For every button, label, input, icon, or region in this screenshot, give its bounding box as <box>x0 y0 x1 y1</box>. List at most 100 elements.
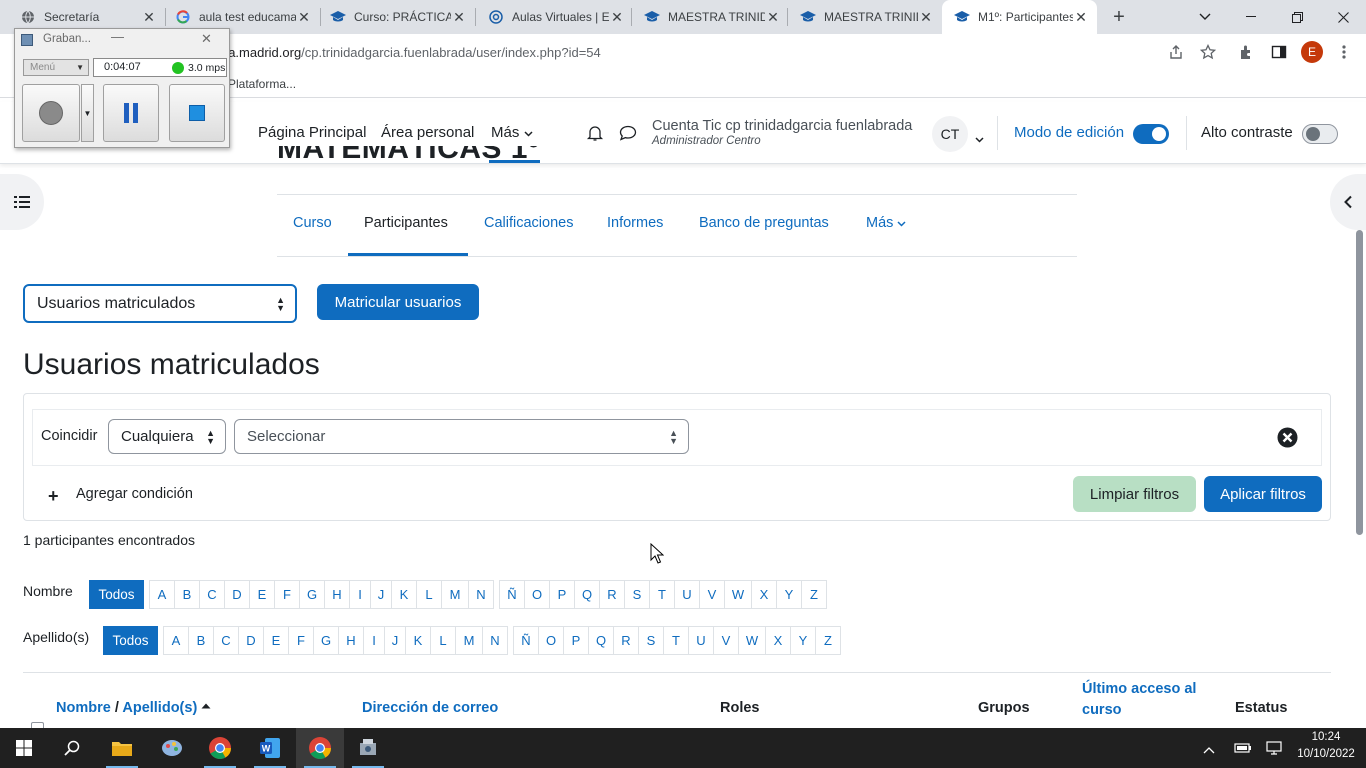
new-tab-button[interactable]: + <box>1108 6 1130 28</box>
last-initial-letter[interactable]: T <box>663 626 689 655</box>
extensions-icon[interactable] <box>1237 42 1257 62</box>
tab-participants[interactable]: Participantes <box>364 215 448 231</box>
first-initial-letter[interactable]: W <box>724 580 752 609</box>
col-name[interactable]: Nombre / Apellido(s) <box>56 700 211 716</box>
col-last-access[interactable]: Último acceso al curso <box>1082 679 1196 721</box>
record-options-dropdown[interactable]: ▼ <box>81 84 94 142</box>
last-initial-letter[interactable]: W <box>738 626 766 655</box>
last-initial-letter[interactable]: U <box>688 626 714 655</box>
course-index-drawer-button[interactable] <box>0 174 44 230</box>
browser-tab[interactable]: MAESTRA TRINIDAD ✕ <box>624 0 789 34</box>
first-initial-letter[interactable]: X <box>751 580 777 609</box>
tab-search-button[interactable] <box>1182 0 1228 34</box>
first-initial-letter[interactable]: Q <box>574 580 600 609</box>
sort-last-name[interactable]: Apellido(s) <box>122 700 197 716</box>
close-icon[interactable]: ✕ <box>451 9 467 26</box>
last-initial-letter[interactable]: O <box>538 626 564 655</box>
stop-button[interactable] <box>169 84 225 142</box>
first-initial-letter[interactable]: B <box>174 580 200 609</box>
network-icon[interactable] <box>1266 740 1282 761</box>
tab-reports[interactable]: Informes <box>607 215 663 231</box>
filter-type-select[interactable]: Seleccionar ▲ ▼ <box>234 419 689 454</box>
block-drawer-button[interactable] <box>1330 174 1366 230</box>
taskbar-time[interactable]: 10:24 <box>1300 731 1352 743</box>
chevron-down-icon[interactable] <box>975 130 984 148</box>
last-initial-letter[interactable]: V <box>713 626 739 655</box>
last-initial-letter[interactable]: Q <box>588 626 614 655</box>
record-button[interactable] <box>22 84 80 142</box>
taskbar-search-button[interactable] <box>48 728 96 768</box>
tab-question-bank[interactable]: Banco de preguntas <box>699 215 829 231</box>
remove-filter-icon[interactable] <box>1277 427 1298 453</box>
taskbar-date[interactable]: 10/10/2022 <box>1292 748 1360 760</box>
last-initial-letter[interactable]: N <box>482 626 508 655</box>
first-initial-letter[interactable]: F <box>274 580 300 609</box>
first-initial-letter[interactable]: A <box>149 580 175 609</box>
messages-icon[interactable] <box>619 125 637 146</box>
last-initial-letter[interactable]: R <box>613 626 639 655</box>
close-window-button[interactable] <box>1320 0 1366 34</box>
tab-grades[interactable]: Calificaciones <box>484 215 573 231</box>
first-initial-letter[interactable]: Y <box>776 580 802 609</box>
taskbar-word[interactable]: W <box>246 728 294 768</box>
nav-dashboard-link[interactable]: Área personal <box>381 124 474 141</box>
taskbar-app[interactable] <box>148 728 196 768</box>
tab-more[interactable]: Más <box>866 215 906 231</box>
last-initial-letter[interactable]: P <box>563 626 589 655</box>
profile-avatar[interactable]: E <box>1301 41 1323 63</box>
plus-icon[interactable]: + <box>48 486 59 507</box>
nav-home-link[interactable]: Página Principal <box>258 124 366 141</box>
last-initial-letter[interactable]: S <box>638 626 664 655</box>
last-initial-letter[interactable]: L <box>430 626 456 655</box>
last-initial-letter[interactable]: Y <box>790 626 816 655</box>
contrast-toggle[interactable] <box>1302 124 1338 144</box>
bookmark-item[interactable]: Plataforma... <box>228 77 296 91</box>
first-initial-letter[interactable]: C <box>199 580 225 609</box>
first-initial-letter[interactable]: O <box>524 580 550 609</box>
chevron-up-icon[interactable] <box>1203 741 1215 759</box>
last-initial-letter[interactable]: I <box>363 626 385 655</box>
address-bar[interactable]: educa.madrid.org/cp.trinidadgarcia.fuenl… <box>200 38 1150 66</box>
kebab-menu-icon[interactable] <box>1334 42 1354 62</box>
nav-more-menu[interactable]: Más <box>491 124 533 141</box>
participants-view-select[interactable]: Usuarios matriculados ▲ ▼ <box>23 284 297 323</box>
close-icon[interactable]: ✕ <box>1073 9 1089 26</box>
close-icon[interactable]: ✕ <box>609 9 625 26</box>
first-initial-letter[interactable]: T <box>649 580 675 609</box>
browser-tab-active[interactable]: M1º: Participantes ✕ <box>942 0 1097 34</box>
first-initial-letter[interactable]: I <box>349 580 371 609</box>
start-button[interactable] <box>0 728 48 768</box>
first-initial-letter[interactable]: H <box>324 580 350 609</box>
last-initial-letter[interactable]: F <box>288 626 314 655</box>
last-initial-letter[interactable]: J <box>384 626 406 655</box>
side-panel-icon[interactable] <box>1269 42 1289 62</box>
enrol-users-button[interactable]: Matricular usuarios <box>317 284 479 320</box>
taskbar-chrome-active[interactable] <box>296 728 344 768</box>
first-initial-letter[interactable]: S <box>624 580 650 609</box>
browser-tab[interactable]: Curso: PRÁCTICA ✕ <box>310 0 475 34</box>
close-icon[interactable]: ✕ <box>765 9 781 26</box>
taskbar-chrome[interactable] <box>196 728 244 768</box>
last-initial-letter[interactable]: B <box>188 626 214 655</box>
taskbar-recorder[interactable] <box>344 728 392 768</box>
last-initial-letter[interactable]: E <box>263 626 289 655</box>
first-initial-letter[interactable]: Ñ <box>499 580 525 609</box>
first-initial-all[interactable]: Todos <box>89 580 144 609</box>
col-email[interactable]: Dirección de correo <box>362 700 498 716</box>
last-initial-letter[interactable]: X <box>765 626 791 655</box>
first-initial-letter[interactable]: Z <box>801 580 827 609</box>
first-initial-letter[interactable]: P <box>549 580 575 609</box>
edit-mode-toggle[interactable] <box>1133 124 1169 144</box>
last-initial-letter[interactable]: K <box>405 626 431 655</box>
last-initial-letter[interactable]: Z <box>815 626 841 655</box>
last-initial-letter[interactable]: C <box>213 626 239 655</box>
sort-first-name[interactable]: Nombre <box>56 700 111 716</box>
restore-button[interactable] <box>1274 0 1320 34</box>
bell-icon[interactable] <box>586 124 604 147</box>
first-initial-letter[interactable]: D <box>224 580 250 609</box>
minimize-button[interactable] <box>1228 0 1274 34</box>
battery-icon[interactable] <box>1234 740 1252 759</box>
browser-tab[interactable]: Aulas Virtuales | E ✕ <box>468 0 633 34</box>
tab-course[interactable]: Curso <box>293 215 332 231</box>
share-icon[interactable] <box>1166 42 1186 62</box>
